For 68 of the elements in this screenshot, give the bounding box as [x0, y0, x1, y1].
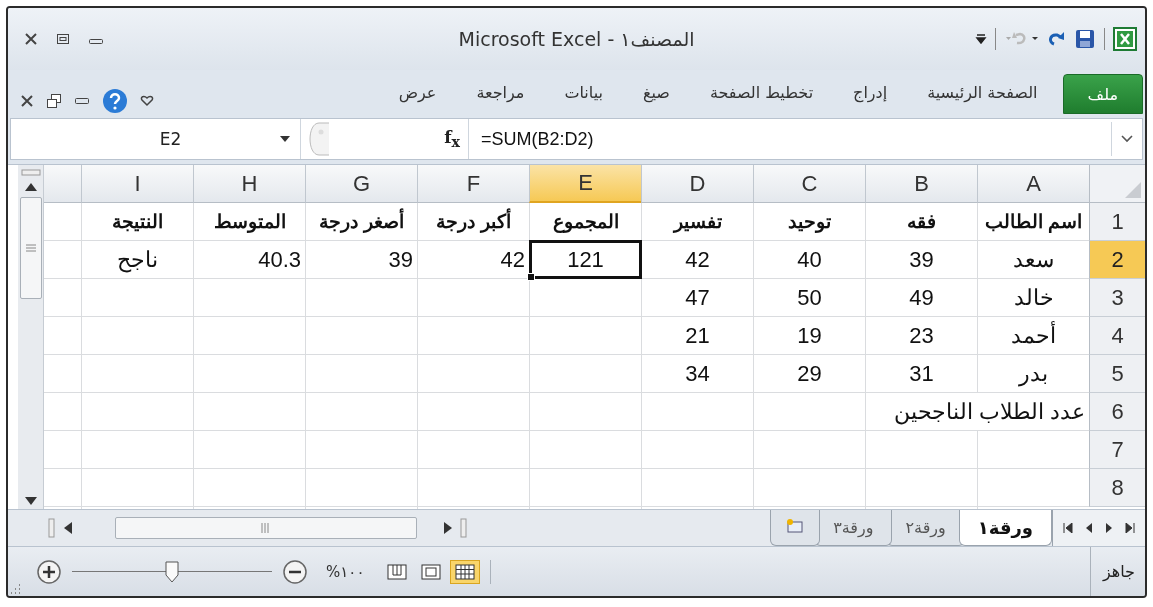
triangle-icon [1125, 182, 1141, 198]
ribbon-tab[interactable]: صيغ [627, 72, 685, 112]
split-handle-icon[interactable] [19, 169, 42, 177]
first-sheet-icon[interactable] [1063, 523, 1073, 533]
slider-thumb[interactable] [164, 560, 180, 583]
zoom-level[interactable]: %١٠٠ [326, 562, 365, 581]
restore-icon[interactable] [56, 33, 70, 45]
row-header[interactable]: 3 [1089, 279, 1145, 317]
row-header[interactable]: 8 [1089, 469, 1145, 507]
scroll-down-icon[interactable] [24, 497, 37, 505]
name-box[interactable]: E2 [11, 119, 301, 159]
status-text: جاهز [1089, 547, 1135, 596]
save-icon[interactable] [1074, 28, 1096, 50]
close-icon[interactable] [24, 33, 38, 45]
column-header[interactable]: G [305, 165, 417, 203]
column-header[interactable]: B [865, 165, 977, 203]
scroll-thumb[interactable] [115, 517, 417, 539]
insert-function-button[interactable]: f$_{x}$ [444, 127, 460, 151]
vertical-scrollbar[interactable] [18, 165, 44, 509]
scroll-left-icon[interactable] [64, 522, 72, 534]
spreadsheet-logo-icon [1113, 27, 1137, 51]
customize-toolbar-icon[interactable] [975, 32, 987, 46]
column-header[interactable]: A [977, 165, 1089, 203]
next-sheet-icon[interactable] [1105, 523, 1113, 533]
previous-sheet-icon[interactable] [1085, 523, 1093, 533]
grip-icon [25, 244, 36, 252]
scroll-up-icon[interactable] [24, 183, 37, 191]
grip-icon [261, 523, 271, 533]
window-title: Microsoft Excel - المصنف١ [458, 28, 695, 50]
table-cell[interactable]: 121 [530, 241, 641, 278]
ribbon-tab[interactable]: بيانات [549, 72, 618, 112]
restore-icon[interactable] [46, 93, 62, 109]
formula-field[interactable]: =SUM(B2:D2) [469, 128, 1111, 150]
ribbon-tab[interactable]: عرض [383, 72, 452, 112]
scroll-right-icon[interactable] [444, 522, 452, 534]
normal-view-button[interactable] [450, 559, 481, 584]
ribbon-tab[interactable]: تخطيط الصفحة [694, 72, 829, 112]
new-sheet-icon [785, 517, 806, 534]
split-handle-icon[interactable] [48, 518, 56, 538]
column-header[interactable]: H [193, 165, 305, 203]
column-header[interactable]: D [641, 165, 753, 203]
row-header[interactable]: 5 [1089, 355, 1145, 393]
row-header[interactable]: 2 [1089, 241, 1145, 279]
zoom-out-icon[interactable] [282, 558, 308, 585]
ribbon-tab[interactable]: الصفحة الرئيسية [912, 72, 1053, 112]
row-header[interactable]: 6 [1089, 393, 1145, 431]
sheet-tab[interactable]: ورقة١ [958, 510, 1052, 546]
minimize-icon[interactable] [74, 96, 90, 106]
ribbon-tab[interactable]: ملف [1062, 74, 1143, 114]
row-header[interactable]: 4 [1089, 317, 1145, 355]
column-header[interactable]: I [81, 165, 193, 203]
row-header[interactable]: 7 [1089, 431, 1145, 469]
dropdown-icon [280, 136, 290, 142]
ribbon-tab[interactable]: مراجعة [461, 72, 540, 112]
split-handle-icon[interactable] [460, 518, 468, 538]
zoom-slider[interactable] [72, 559, 272, 584]
last-sheet-icon[interactable] [1125, 523, 1135, 533]
row-header[interactable]: 1 [1089, 203, 1145, 241]
help-icon[interactable] [102, 88, 128, 114]
ribbon-tab[interactable]: إدراج [838, 72, 903, 112]
heart-icon[interactable] [140, 95, 154, 107]
resize-grip-icon[interactable] [10, 582, 22, 594]
column-header[interactable]: F [417, 165, 529, 203]
close-icon[interactable] [20, 95, 34, 107]
column-header[interactable]: C [753, 165, 865, 203]
scroll-thumb[interactable] [19, 197, 42, 299]
column-header[interactable]: E [529, 165, 641, 203]
zoom-in-icon[interactable] [36, 558, 62, 585]
